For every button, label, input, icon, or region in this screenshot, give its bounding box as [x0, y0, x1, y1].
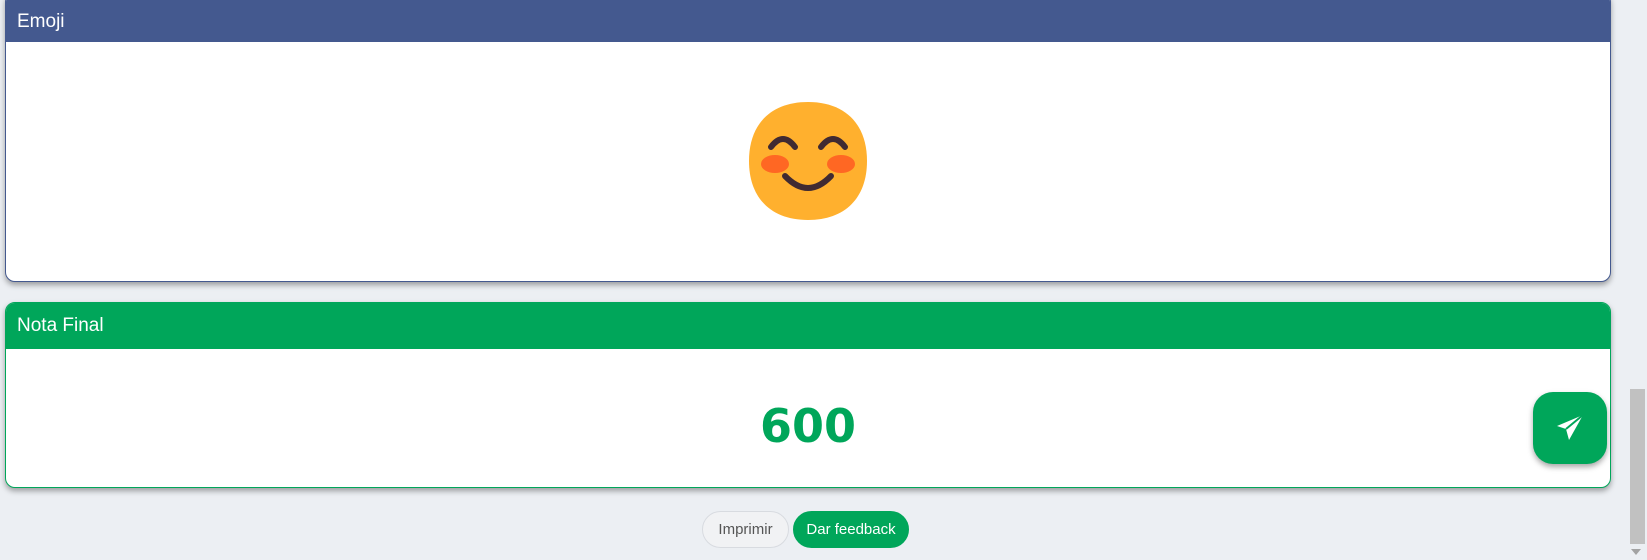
feedback-button[interactable]: Dar feedback [793, 511, 909, 548]
smiling-face-with-smiling-eyes-icon [749, 102, 867, 220]
actions-bar: Imprimir Dar feedback [0, 511, 1611, 548]
nota-final-value: 600 [759, 399, 857, 453]
print-button[interactable]: Imprimir [702, 511, 789, 548]
nota-final-body: 600 [6, 349, 1610, 487]
paper-plane-icon [1557, 414, 1584, 440]
emoji-card-body [6, 42, 1610, 280]
nota-final-header: Nota Final [6, 303, 1610, 349]
scrollbar-thumb[interactable] [1630, 389, 1645, 544]
emoji-card-header: Emoji [6, 0, 1610, 42]
nota-final-title: Nota Final [17, 315, 104, 336]
emoji-card: Emoji [5, 0, 1611, 282]
send-button[interactable] [1533, 392, 1607, 464]
emoji-card-title: Emoji [17, 10, 65, 32]
nota-final-card: Nota Final 600 [5, 302, 1611, 488]
scroll-down-arrow-icon[interactable] [1631, 549, 1641, 555]
